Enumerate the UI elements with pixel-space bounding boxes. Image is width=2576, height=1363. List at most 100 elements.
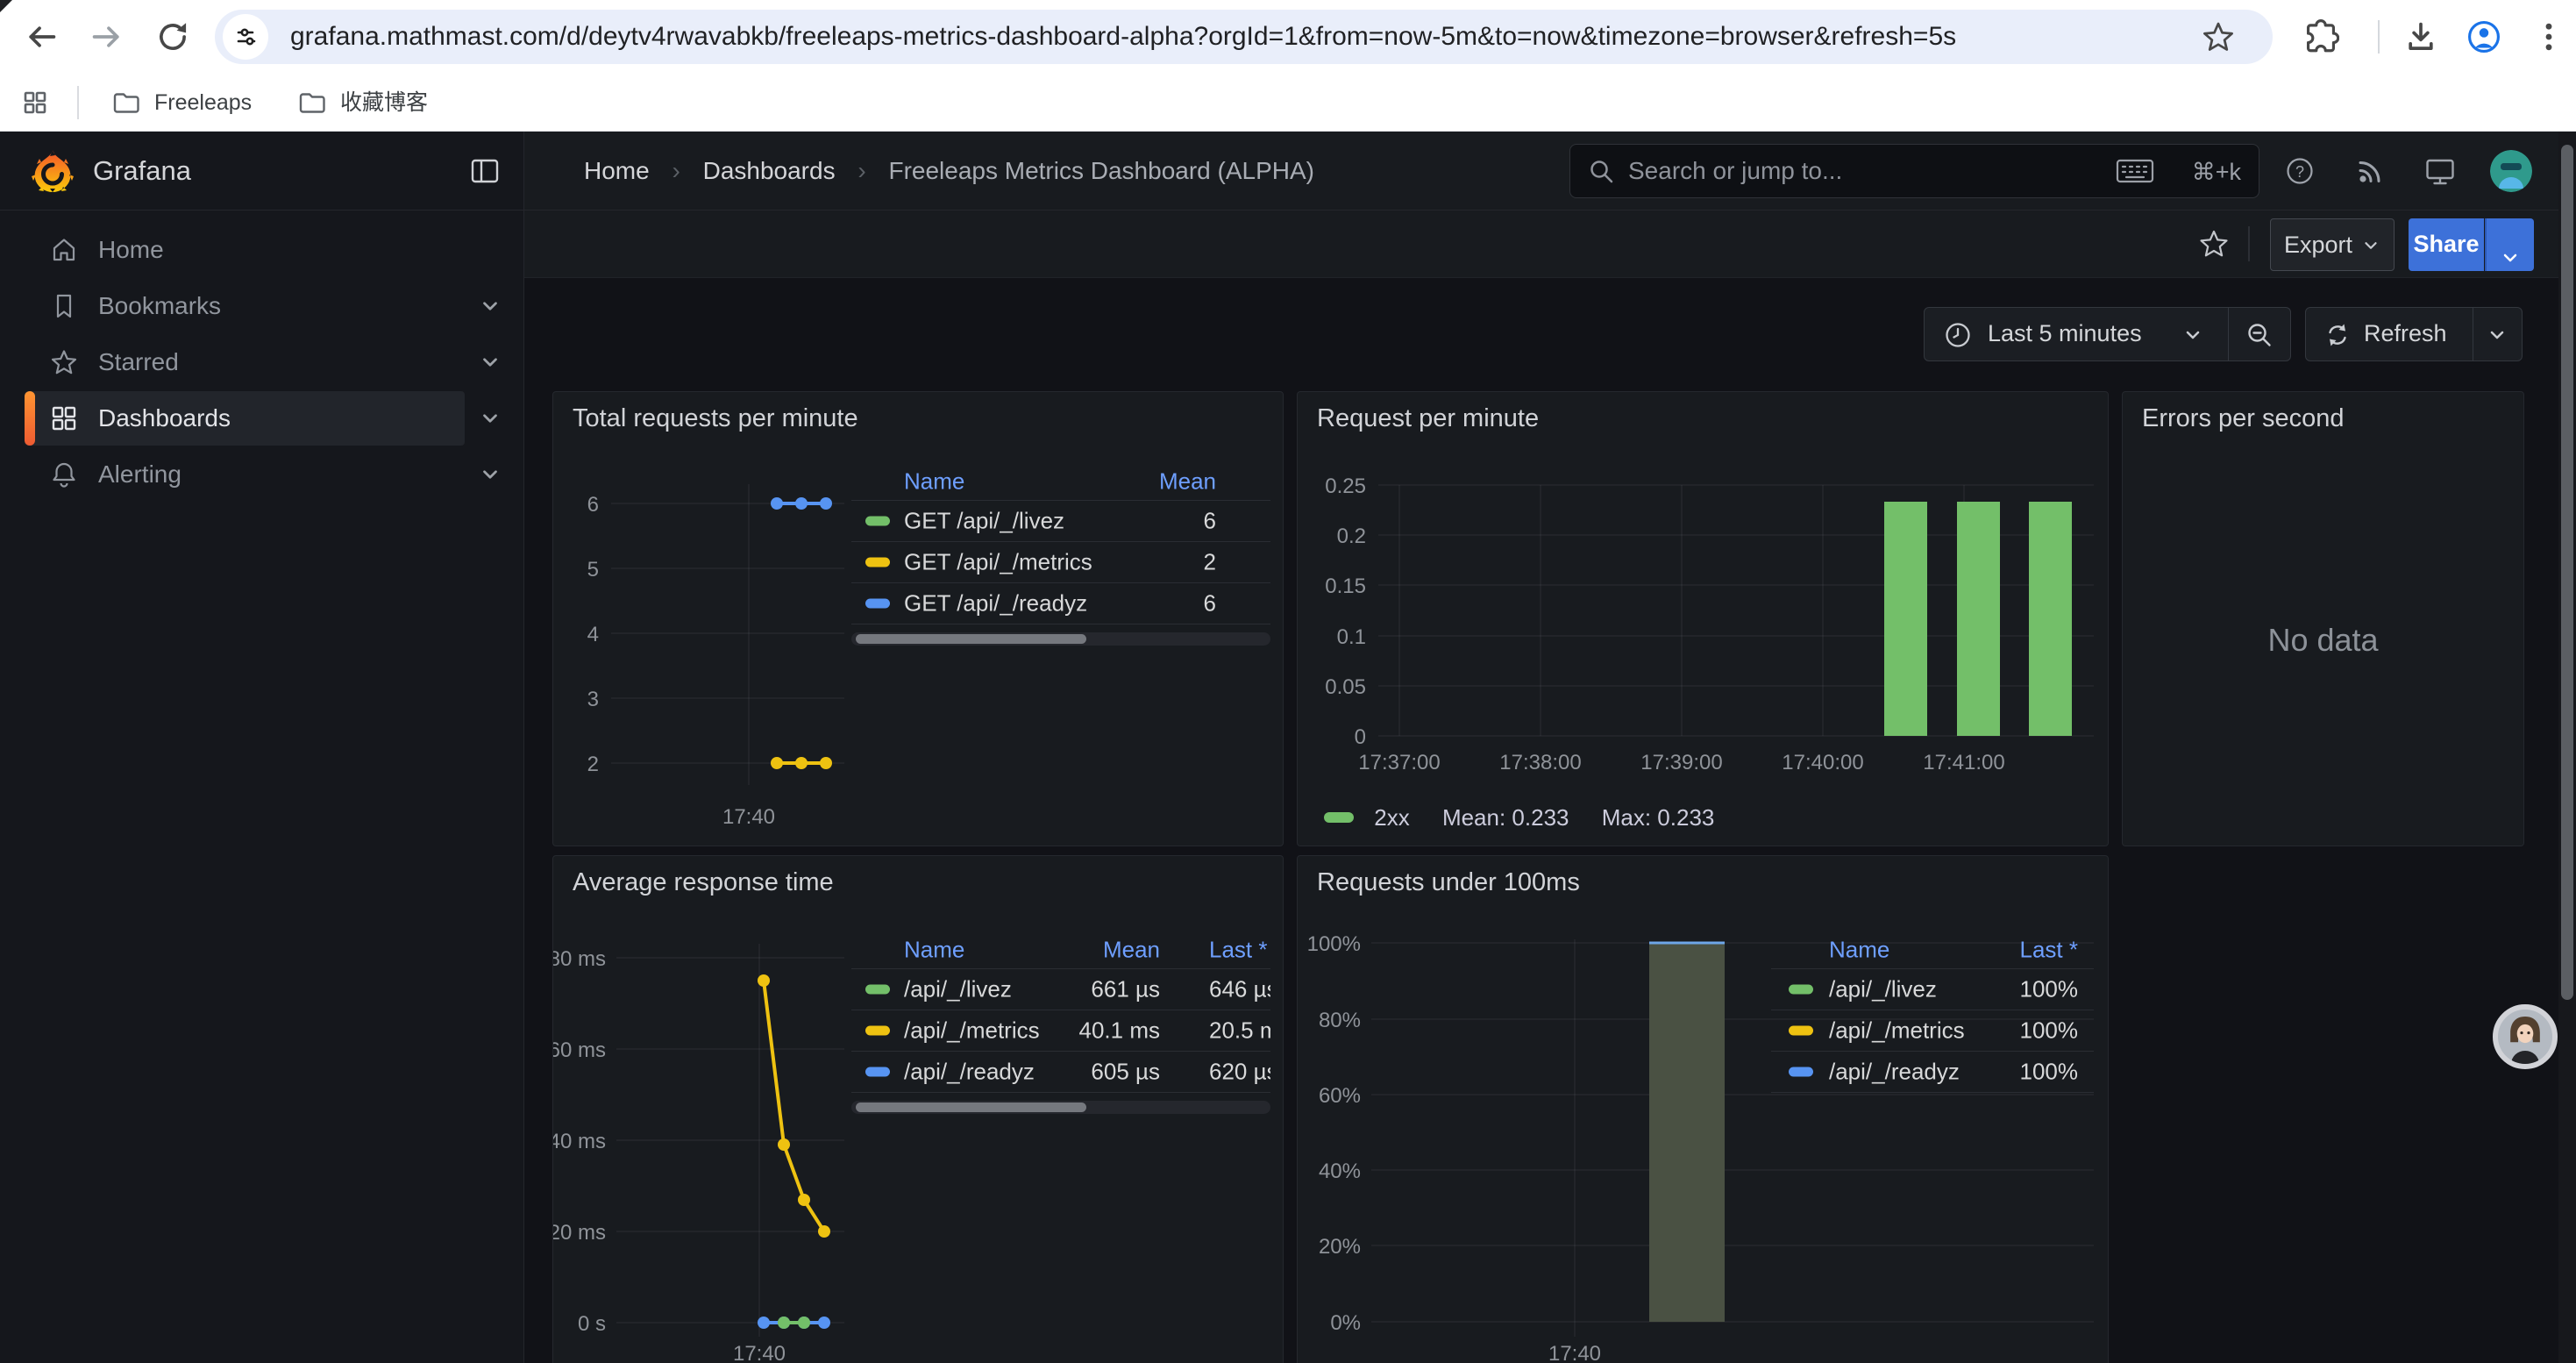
browser-toolbar: grafana.mathmast.com/d/deytv4rwavabkb/fr…	[0, 0, 2576, 74]
scrollbar-thumb[interactable]	[856, 1103, 1086, 1112]
series-value: 620 µs	[1209, 1059, 1270, 1086]
page-scrollbar[interactable]	[2558, 132, 2576, 1363]
user-avatar[interactable]	[2490, 150, 2532, 192]
browser-forward-button[interactable]	[89, 18, 125, 55]
scrollbar-thumb[interactable]	[2561, 145, 2573, 1000]
sidebar-item-dashboards[interactable]: Dashboards	[0, 391, 524, 446]
legend-row[interactable]: GET /api/_/metrics2	[851, 542, 1270, 583]
legend-row[interactable]: /api/_/readyz100%	[1771, 1052, 2094, 1093]
downloads-icon[interactable]	[2402, 18, 2439, 55]
svg-text:17:40: 17:40	[733, 1342, 786, 1363]
selected-item-accent-bar	[25, 391, 35, 446]
address-bar[interactable]: grafana.mathmast.com/d/deytv4rwavabkb/fr…	[215, 10, 2273, 64]
legend-table: NameMeanGET /api/_/livez6GET /api/_/metr…	[851, 462, 1270, 646]
svg-text:0.05: 0.05	[1325, 675, 1366, 699]
time-range-picker[interactable]: Last 5 minutes	[1924, 307, 2291, 361]
news-rss-icon[interactable]	[2353, 154, 2387, 188]
series-name[interactable]: 2xx	[1374, 804, 1409, 831]
search-input[interactable]	[1628, 145, 2084, 197]
legend-column-header[interactable]: Mean	[851, 936, 1160, 963]
legend-column-header[interactable]: Last *	[1209, 936, 1270, 963]
breadcrumb: Home › Dashboards › Freeleaps Metrics Da…	[584, 132, 1314, 211]
legend-horizontal-scrollbar[interactable]	[851, 632, 1270, 646]
series-value: 6	[851, 508, 1216, 535]
share-dropdown-button[interactable]	[2485, 218, 2534, 271]
sidebar-item-bookmarks[interactable]: Bookmarks	[0, 279, 524, 333]
scrollbar-thumb[interactable]	[856, 634, 1086, 644]
svg-text:17:40: 17:40	[722, 805, 775, 829]
breadcrumb-home[interactable]: Home	[584, 157, 650, 184]
brand-name[interactable]: Grafana	[93, 132, 191, 211]
legend-row[interactable]: /api/_/metrics40.1 ms20.5 ms	[851, 1010, 1270, 1052]
profile-icon[interactable]	[2466, 18, 2502, 55]
panel-requests-under-100ms: Requests under 100ms 100%80%60%40%20%0%1…	[1297, 855, 2109, 1363]
grafana-logo-icon[interactable]	[30, 148, 75, 194]
legend-row[interactable]: /api/_/metrics100%	[1771, 1010, 2094, 1052]
chevron-down-icon[interactable]	[2487, 325, 2508, 346]
legend-column-header[interactable]: Last *	[1771, 936, 2078, 963]
refresh-label: Refresh	[2364, 308, 2447, 360]
browser-menu-icon[interactable]	[2530, 18, 2567, 55]
floating-assistant-avatar[interactable]	[2493, 1004, 2558, 1069]
dock-menu-icon[interactable]	[468, 154, 502, 188]
chevron-down-icon[interactable]	[479, 295, 502, 318]
chevron-down-icon[interactable]	[479, 463, 502, 486]
folder-icon[interactable]	[296, 87, 328, 118]
zoom-out-icon[interactable]	[2245, 321, 2274, 349]
svg-text:5: 5	[587, 558, 599, 582]
legend-row[interactable]: /api/_/readyz605 µs620 µs	[851, 1052, 1270, 1093]
toolbar-divider	[2378, 20, 2380, 54]
sidebar-item-home[interactable]: Home	[0, 223, 524, 277]
legend-row[interactable]: /api/_/livez100%	[1771, 969, 2094, 1010]
legend-inline[interactable]: 2xx Mean: 0.233 Max: 0.233	[1324, 803, 1740, 832]
series-value: 6	[851, 590, 1216, 617]
search-box[interactable]: ⌘+k	[1569, 144, 2259, 198]
series-value: 20.5 ms	[1209, 1017, 1270, 1045]
breadcrumb-dashboards[interactable]: Dashboards	[703, 157, 836, 184]
chevron-down-icon[interactable]	[479, 407, 502, 430]
apps-grid-icon[interactable]	[19, 87, 51, 118]
legend-column-header[interactable]: Mean	[851, 467, 1216, 495]
chevron-down-icon	[2361, 222, 2380, 241]
url-text[interactable]: grafana.mathmast.com/d/deytv4rwavabkb/fr…	[290, 10, 2175, 64]
bookmark-item-blogs[interactable]: 收藏博客	[340, 74, 428, 132]
legend-row[interactable]: GET /api/_/readyz6	[851, 583, 1270, 624]
folder-icon[interactable]	[110, 87, 142, 118]
legend-horizontal-scrollbar[interactable]	[851, 1101, 1270, 1114]
legend-row[interactable]: GET /api/_/livez6	[851, 501, 1270, 542]
svg-text:17:40: 17:40	[1548, 1342, 1601, 1363]
svg-text:0%: 0%	[1330, 1311, 1361, 1335]
bar-chart: 0.250.20.150.10.05017:37:0017:38:0017:39…	[1298, 392, 2109, 846]
svg-text:0 s: 0 s	[578, 1312, 606, 1336]
svg-text:17:39:00: 17:39:00	[1640, 751, 1722, 774]
export-label: Export	[2284, 232, 2352, 258]
favorite-star-icon[interactable]	[2197, 227, 2231, 260]
series-value: 661 µs	[851, 976, 1160, 1003]
dashboard-canvas: Last 5 minutes Refresh Total requests pe…	[524, 278, 2576, 1363]
bookmark-star-icon[interactable]	[2201, 19, 2236, 54]
help-icon[interactable]: ?	[2283, 154, 2316, 188]
sidebar-item-alerting[interactable]: Alerting	[0, 447, 524, 502]
legend-row[interactable]: /api/_/livez661 µs646 µs	[851, 969, 1270, 1010]
panel-title[interactable]: Errors per second	[2142, 404, 2345, 433]
chevron-down-icon	[2182, 325, 2203, 346]
sidebar-item-starred[interactable]: Starred	[0, 335, 524, 389]
actions-divider	[2248, 226, 2250, 261]
extensions-icon[interactable]	[2302, 18, 2339, 55]
browser-reload-button[interactable]	[154, 18, 191, 55]
export-button[interactable]: Export	[2270, 218, 2395, 271]
browser-back-button[interactable]	[23, 18, 60, 55]
site-settings-icon[interactable]	[223, 14, 268, 60]
chevron-down-icon[interactable]	[479, 351, 502, 374]
refresh-button[interactable]: Refresh	[2305, 307, 2523, 361]
bookmark-icon	[49, 291, 79, 321]
series-value: 100%	[1771, 1059, 2078, 1086]
search-icon	[1588, 158, 1616, 186]
share-label: Share	[2413, 231, 2479, 257]
series-value: 605 µs	[851, 1059, 1160, 1086]
monitor-icon[interactable]	[2423, 154, 2457, 188]
share-button[interactable]: Share	[2409, 218, 2484, 271]
series-value: 100%	[1771, 976, 2078, 1003]
bookmark-item-freeleaps[interactable]: Freeleaps	[154, 74, 252, 132]
svg-text:20%: 20%	[1319, 1235, 1361, 1259]
